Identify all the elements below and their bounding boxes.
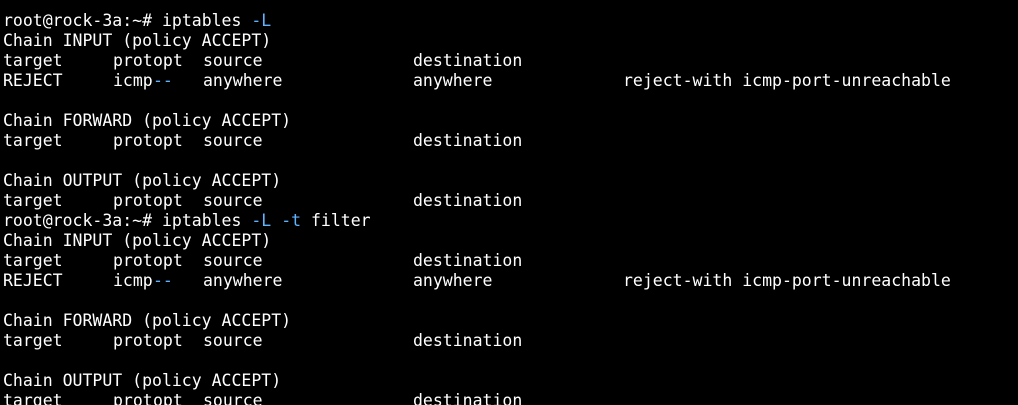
- col-header-prot: prot: [113, 251, 153, 270]
- rule-prot: icmp: [113, 71, 153, 90]
- rule-extra: reject-with icmp-port-unreachable: [623, 271, 951, 290]
- command-name: iptables: [161, 11, 242, 30]
- col-header-opt: opt: [153, 391, 183, 405]
- col-header-source: source: [203, 131, 263, 150]
- command-flag: -t: [281, 211, 302, 230]
- table-header-row: target protopt source destination: [3, 331, 1018, 351]
- chain-output-title: Chain OUTPUT (policy ACCEPT): [3, 171, 282, 190]
- terminal-line-top-cut: [3, 0, 1018, 11]
- col-header-destination: destination: [413, 391, 523, 405]
- table-header-row: target protopt source destination: [3, 251, 1018, 271]
- rule-opt: --: [153, 71, 173, 90]
- rule-prot: icmp: [113, 271, 153, 290]
- col-header-prot: prot: [113, 331, 153, 350]
- command-flag: -L: [251, 211, 272, 230]
- table-header-row: target protopt source destination: [3, 191, 1018, 211]
- table-row-reject: REJECT icmp-- anywhere anywhere reject-with …: [3, 271, 1018, 291]
- col-header-destination: destination: [413, 251, 523, 270]
- chain-input-title: Chain INPUT (policy ACCEPT): [3, 231, 272, 250]
- chain-forward-title: Chain FORWARD (policy ACCEPT): [3, 311, 292, 330]
- col-header-target: target: [3, 331, 63, 350]
- col-header-source: source: [203, 391, 263, 405]
- col-header-source: source: [203, 51, 263, 70]
- rule-extra: reject-with icmp-port-unreachable: [623, 71, 951, 90]
- command-name: iptables: [161, 211, 242, 230]
- rule-opt: --: [153, 271, 173, 290]
- command-argument: filter: [311, 211, 371, 230]
- col-header-target: target: [3, 51, 63, 70]
- table-header-row: target protopt source destination: [3, 51, 1018, 71]
- col-header-prot: prot: [113, 131, 153, 150]
- col-header-source: source: [203, 251, 263, 270]
- col-header-source: source: [203, 191, 263, 210]
- rule-destination: anywhere: [413, 71, 493, 90]
- command-flag: -L: [251, 11, 272, 30]
- col-header-destination: destination: [413, 131, 523, 150]
- rule-source: anywhere: [203, 71, 283, 90]
- table-header-row: target protopt source destination: [3, 131, 1018, 151]
- col-header-prot: prot: [113, 51, 153, 70]
- col-header-opt: opt: [153, 51, 183, 70]
- chain-output-title: Chain OUTPUT (policy ACCEPT): [3, 371, 282, 390]
- rule-source: anywhere: [203, 271, 283, 290]
- table-row-reject: REJECT icmp-- anywhere anywhere reject-with …: [3, 71, 1018, 91]
- col-header-opt: opt: [153, 191, 183, 210]
- terminal-window[interactable]: root@rock-3a:~# iptables -L Chain INPUT …: [0, 0, 1018, 405]
- chain-input-title: Chain INPUT (policy ACCEPT): [3, 31, 272, 50]
- shell-prompt: root@rock-3a:~#: [3, 11, 153, 30]
- col-header-target: target: [3, 391, 63, 405]
- col-header-destination: destination: [413, 331, 523, 350]
- col-header-prot: prot: [113, 191, 153, 210]
- rule-target: REJECT: [3, 71, 63, 90]
- terminal-output: root@rock-3a:~# iptables -L Chain INPUT …: [3, 0, 1018, 405]
- col-header-source: source: [203, 331, 263, 350]
- rule-destination: anywhere: [413, 271, 493, 290]
- command-line-1: root@rock-3a:~# iptables -L: [3, 11, 1018, 31]
- rule-target: REJECT: [3, 271, 63, 290]
- col-header-opt: opt: [153, 251, 183, 270]
- chain-forward-title: Chain FORWARD (policy ACCEPT): [3, 111, 292, 130]
- command-line-2: root@rock-3a:~# iptables -L -t filter: [3, 211, 1018, 231]
- col-header-opt: opt: [153, 131, 183, 150]
- table-header-row: target protopt source destination: [3, 391, 1018, 405]
- col-header-opt: opt: [153, 331, 183, 350]
- col-header-target: target: [3, 131, 63, 150]
- col-header-target: target: [3, 251, 63, 270]
- shell-prompt: root@rock-3a:~#: [3, 211, 153, 230]
- col-header-destination: destination: [413, 51, 523, 70]
- col-header-prot: prot: [113, 391, 153, 405]
- col-header-target: target: [3, 191, 63, 210]
- col-header-destination: destination: [413, 191, 523, 210]
